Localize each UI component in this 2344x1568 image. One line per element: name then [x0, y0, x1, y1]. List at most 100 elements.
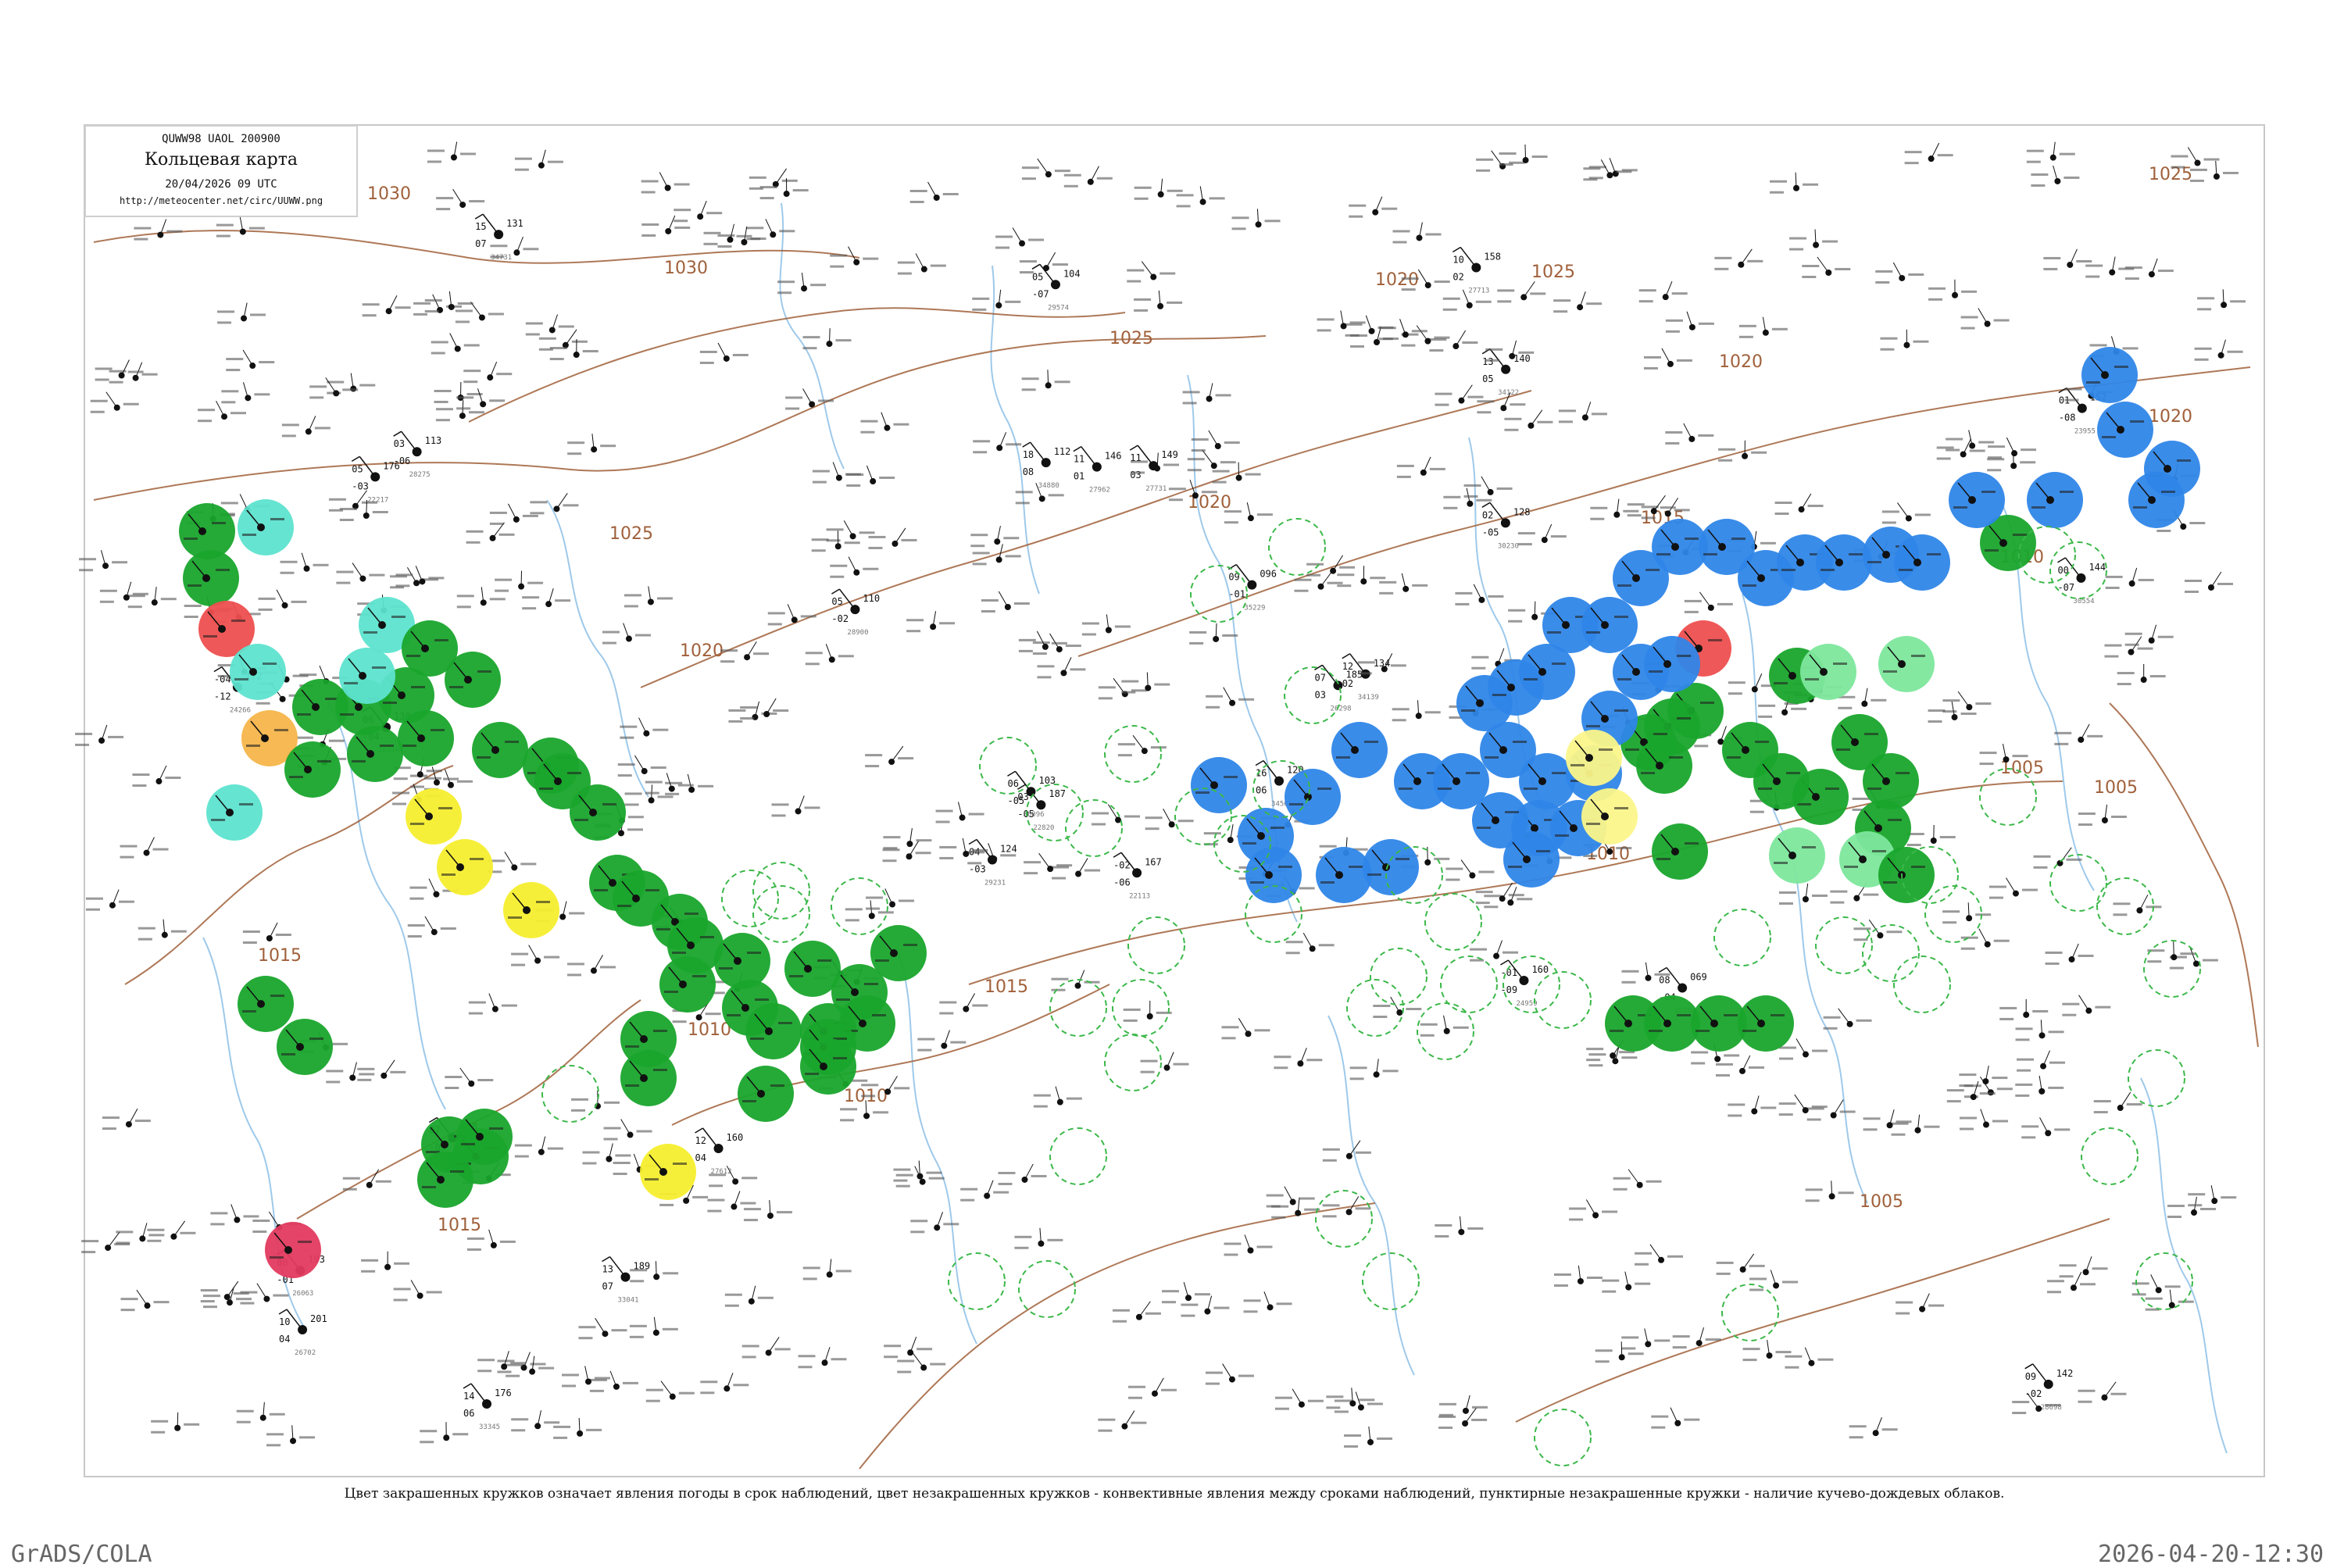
station-dewpoint: 04: [695, 1152, 706, 1163]
station-dewpoint: 03: [1130, 470, 1141, 480]
weather-circle-crimson: [265, 1222, 321, 1278]
footer-timestamp: 2026-04-20-12:30: [2098, 1541, 2324, 1568]
station-pressure: 110: [863, 593, 880, 604]
station-temperature: 05: [1032, 271, 1043, 282]
weather-circle-rain: [738, 1066, 794, 1122]
station-pressure: 131: [506, 218, 523, 229]
isobar-label: 1020: [2149, 407, 2192, 427]
weather-circle-rain: [1753, 753, 1810, 809]
station-station-number: 27713: [1468, 288, 1489, 295]
station-station-number: 35229: [1244, 605, 1265, 613]
map-caption: Цвет закрашенных кружков означает явлени…: [84, 1486, 2264, 1502]
station-temperature: 18: [1023, 449, 1034, 460]
station-pressure: 146: [1105, 451, 1122, 462]
station-temperature: 10: [1452, 255, 1463, 266]
isobar-label: 1025: [1531, 263, 1575, 282]
station-station-number: 30554: [2073, 598, 2094, 605]
station-pressure: 160: [727, 1132, 744, 1143]
station-temperature: -02: [1113, 859, 1131, 870]
station-station-number: 33345: [479, 1423, 500, 1431]
map-url: http://meteocenter.net/circ/UUWW.png: [86, 195, 356, 206]
station-station-number: 23955: [2074, 428, 2096, 436]
weather-circle-showers: [2081, 347, 2138, 403]
station-station-number: 28900: [847, 629, 868, 637]
station-pressure: 144: [2089, 562, 2106, 573]
bulletin-code: QUWW98 UAOL 200900: [86, 133, 356, 145]
weather-circle-cyan: [339, 648, 395, 704]
weather-circle-showers: [1363, 839, 1419, 895]
weather-circle-showers: [1285, 769, 1341, 825]
isobar-label: 1020: [1375, 270, 1419, 290]
isobar-label: 1025: [1109, 329, 1153, 348]
isobar-label: 1025: [2149, 165, 2192, 184]
map-legend: QUWW98 UAOL 200900 Кольцевая карта 20/04…: [84, 125, 358, 217]
station-station-number: 28275: [409, 471, 431, 479]
station-temperature: 05: [352, 463, 363, 474]
weather-map: 1030 1030 1025 1025 1025 1020 1020 1020 1020 10 15…: [0, 0, 2344, 1563]
station-pressure: 103: [1038, 775, 1056, 786]
weather-circle-showers: [1503, 831, 1560, 888]
weather-circle-light-green: [1769, 827, 1825, 884]
weather-circle-rain: [745, 1003, 802, 1059]
isobar-label: 1020: [680, 641, 724, 661]
station-dewpoint: -03: [352, 480, 369, 491]
station-station-number: 34139: [1358, 694, 1379, 702]
station-station-number: 30230: [1498, 542, 1519, 550]
station-station-number: 24266: [230, 707, 251, 715]
weather-circle-rain: [1878, 847, 1935, 903]
weather-circle-yellow: [503, 882, 559, 938]
station-pressure: 167: [1145, 856, 1162, 867]
station-dewpoint: -06: [394, 455, 411, 466]
station-dewpoint: -02: [831, 613, 849, 624]
station-temperature: 15: [475, 221, 486, 232]
weather-circle-yellow: [640, 1144, 696, 1200]
station-dewpoint: -12: [214, 691, 231, 702]
station-station-number: 26298: [1330, 705, 1351, 713]
weather-circle-rain: [472, 722, 528, 778]
weather-circle-rain: [1863, 753, 1919, 809]
station-dewpoint: 08: [1023, 466, 1034, 477]
weather-circle-rain: [398, 710, 454, 766]
station-dewpoint: 01: [1074, 471, 1084, 482]
weather-circle-light-green: [1800, 644, 1856, 700]
station-temperature: 05: [831, 596, 842, 607]
station-pressure: 140: [1513, 353, 1531, 364]
weather-circle-yellow: [437, 839, 493, 895]
footer-software: GrADS/COLA: [11, 1541, 152, 1568]
isobar-label: 1020: [1719, 352, 1763, 372]
station-station-number: 34880: [1038, 482, 1059, 490]
map-date: 20/04/2026 09 UTC: [86, 178, 356, 191]
station-pressure: 142: [2056, 1368, 2074, 1379]
station-pressure: 134: [1374, 658, 1391, 669]
station-pressure: 149: [1161, 449, 1178, 460]
weather-circle-showers: [2097, 402, 2153, 458]
weather-circle-showers: [1644, 636, 1700, 692]
station-station-number: 33041: [617, 1297, 638, 1305]
station-station-number: 34122: [1498, 389, 1519, 397]
weather-circle-showers: [1949, 472, 2005, 528]
weather-circle-pale-yellow: [1566, 730, 1622, 786]
isobar-label: 1005: [2094, 778, 2138, 798]
weather-circle-rain: [284, 741, 341, 798]
station-pressure: 069: [1690, 972, 1707, 983]
weather-circle-rain: [1738, 995, 1794, 1052]
weather-circle-cyan: [206, 784, 263, 841]
station-temperature: 03: [394, 438, 405, 449]
isobar-label: 1030: [664, 259, 708, 278]
weather-circle-showers: [2027, 472, 2083, 528]
station-dewpoint: -05: [1482, 527, 1499, 538]
isobar-label: 1030: [367, 184, 411, 204]
station-temperature: 09: [2025, 1371, 2036, 1382]
weather-circle-rain: [238, 976, 294, 1032]
station-station-number: 22113: [1129, 892, 1150, 900]
station-dewpoint: -01: [1228, 589, 1245, 600]
station-pressure: 096: [1260, 569, 1277, 580]
station-dewpoint: -06: [1113, 877, 1131, 888]
station-pressure: 124: [1000, 844, 1017, 855]
station-dewpoint: -08: [2059, 413, 2076, 423]
station-dewpoint: 07: [602, 1281, 613, 1292]
weather-circle-showers: [1581, 597, 1638, 653]
weather-circle-rain: [659, 956, 716, 1013]
station-dewpoint: 07: [475, 238, 486, 249]
weather-circle-rain: [620, 1050, 677, 1106]
